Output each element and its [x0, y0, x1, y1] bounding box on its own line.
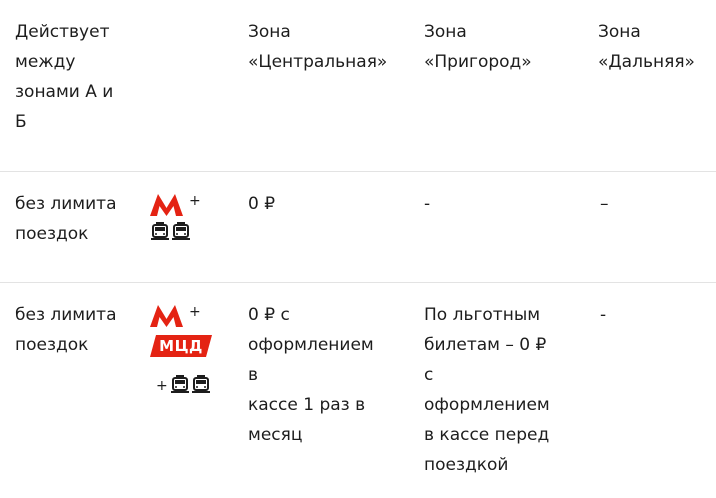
row-price-central-line: 0 ₽ с	[248, 305, 290, 325]
row-price-central-line: кассе 1 раз в	[248, 395, 366, 415]
plus-sign: +	[189, 193, 201, 209]
row-ticket-label-line: поездок	[15, 335, 89, 355]
table-row: без лимита поездок + 0 ₽ - –	[0, 172, 716, 283]
tariff-table: Действует между зонами А и Б Зона «Центр…	[0, 0, 716, 498]
row-price-suburb-line: билетам – 0 ₽	[424, 335, 547, 355]
ground-transport-line	[170, 375, 212, 397]
header-zones-ab-line: между	[15, 52, 76, 72]
row-ticket-label-line: поездок	[15, 224, 89, 244]
row-price-central-line: месяц	[248, 425, 303, 445]
row-ticket-label-line: без лимита	[15, 194, 117, 214]
header-zone-central: Зона «Центральная»	[248, 17, 387, 77]
metro-icon	[150, 305, 183, 327]
row-price-central-line: в	[248, 365, 259, 385]
header-zones-ab-line: зонами А и	[15, 82, 114, 102]
header-zone-central-line: Зона	[248, 22, 291, 42]
tram-icon	[151, 222, 169, 240]
header-zones-ab-line: Б	[15, 112, 27, 132]
metro-line: +	[150, 192, 220, 218]
transport-icons: + МЦД +	[150, 303, 220, 393]
header-zone-far-line: Зона	[598, 22, 641, 42]
row-price-central-line: оформлением	[248, 335, 374, 355]
metro-line: +	[150, 303, 220, 329]
header-zone-far-line: «Дальняя»	[598, 52, 695, 72]
plus-sign: +	[156, 378, 168, 394]
header-zones-ab-line: Действует	[15, 22, 110, 42]
row-price-suburb-line: По льготным	[424, 305, 541, 325]
plus-sign: +	[189, 304, 201, 320]
tram-icon	[171, 375, 189, 393]
table-header-row: Действует между зонами А и Б Зона «Центр…	[0, 0, 716, 172]
row-price-suburb-line: с	[424, 365, 434, 385]
row-price-central-line: 0 ₽	[248, 194, 276, 214]
header-zone-suburb-line: «Пригород»	[424, 52, 532, 72]
row-price-suburb-line: оформлением	[424, 395, 550, 415]
transport-icons: +	[150, 192, 220, 240]
row-price-far: –	[600, 194, 609, 214]
mcd-badge: МЦД	[150, 335, 212, 357]
row-price-suburb-line: поездкой	[424, 455, 509, 475]
header-zone-suburb-line: Зона	[424, 22, 467, 42]
tram-icon	[192, 375, 210, 393]
row-price-central: 0 ₽	[248, 189, 275, 219]
ground-transport-line	[150, 222, 192, 244]
row-price-far: -	[600, 305, 607, 325]
tram-icon	[172, 222, 190, 240]
row-price-central: 0 ₽ с оформлением в кассе 1 раз в месяц	[248, 300, 374, 450]
mcd-label: МЦД	[159, 337, 203, 355]
row-price-suburb-line: в кассе перед	[424, 425, 550, 445]
header-zone-far: Зона «Дальняя»	[598, 17, 695, 77]
header-zone-central-line: «Центральная»	[248, 52, 388, 72]
table-row: без лимита поездок + МЦД + 0 ₽ с оформле…	[0, 283, 716, 498]
header-zone-suburb: Зона «Пригород»	[424, 17, 532, 77]
row-price-suburb: По льготным билетам – 0 ₽ с оформлением …	[424, 300, 550, 480]
row-ticket-label: без лимита поездок	[15, 300, 117, 360]
row-ticket-label-line: без лимита	[15, 305, 117, 325]
row-price-suburb: -	[424, 194, 431, 214]
header-zones-ab: Действует между зонами А и Б	[15, 17, 113, 137]
row-ticket-label: без лимита поездок	[15, 189, 117, 249]
metro-icon	[150, 194, 183, 216]
